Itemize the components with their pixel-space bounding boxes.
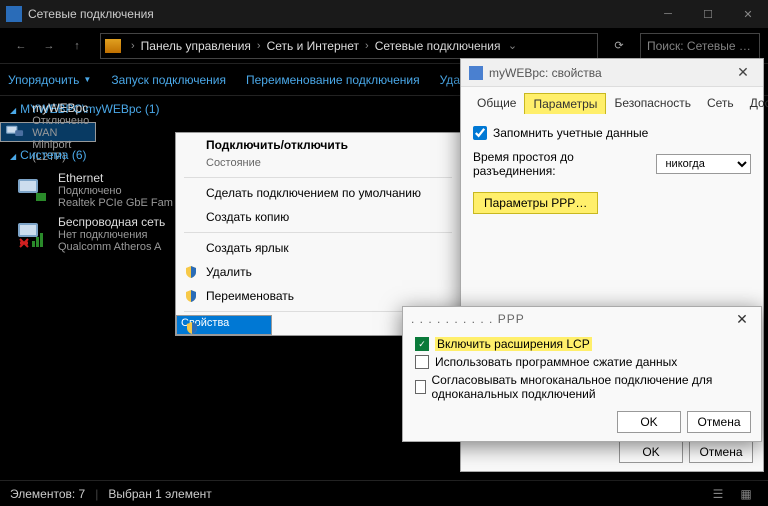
dialog-close-button[interactable]: ✕ [731,311,753,328]
chevron-right-icon: › [253,40,265,52]
software-compression-label: Использовать программное сжатие данных [435,355,677,369]
status-selection: Выбран 1 элемент [108,487,211,501]
crumb-control-panel[interactable]: Панель управления [139,39,253,53]
tab-network[interactable]: Сеть [699,93,742,114]
title-bar: Сетевые подключения ─ ☐ ✕ [0,0,768,28]
app-icon [6,6,22,22]
folder-icon [105,39,121,53]
dialog-title-bar[interactable]: . . . . . . . . . . PPP ✕ [403,307,761,331]
ctx-default[interactable]: Сделать подключением по умолчанию [176,181,460,205]
ppp-settings-button[interactable]: Параметры PPP… [473,192,598,214]
connection-state: Подключено [58,185,173,197]
chevron-down-icon: ▼ [83,75,91,84]
ppp-dialog: . . . . . . . . . . PPP ✕ ✓ Включить рас… [402,306,762,442]
vpn-icon [5,117,24,147]
connection-name: Ethernet [58,171,173,185]
enable-lcp-label: Включить расширения LCP [435,337,592,351]
status-bar: Элементов: 7 | Выбран 1 элемент ☰ ▦ [0,480,768,506]
ctx-connect[interactable]: Подключить/отключить [176,133,460,157]
software-compression-checkbox[interactable] [415,355,429,369]
dialog-icon [469,66,483,80]
crumb-network-connections[interactable]: Сетевые подключения [373,39,503,53]
connection-device: Realtek PCIe GbE Fam [58,197,173,209]
dialog-title: myWEBpc: свойства [489,66,731,80]
search-input[interactable]: Поиск: Сетевые … [640,33,760,59]
idle-timeout-select[interactable]: никогда [656,154,751,174]
connection-device: Qualcomm Atheros A [58,241,165,253]
ctx-shortcut[interactable]: Создать ярлык [176,236,460,260]
shield-icon [185,321,199,335]
status-element-count: Элементов: 7 [10,487,85,501]
view-icons-button[interactable]: ▦ [734,485,758,503]
wifi-disconnected-icon [16,219,50,249]
chevron-right-icon: › [361,40,373,52]
maximize-button[interactable]: ☐ [688,0,728,28]
view-details-button[interactable]: ☰ [706,485,730,503]
ok-button[interactable]: OK [617,411,681,433]
tab-security[interactable]: Безопасность [606,93,699,114]
organize-menu[interactable]: Упорядочить▼ [8,73,91,87]
shield-icon [184,265,198,279]
window-title: Сетевые подключения [28,7,648,21]
ctx-status: Состояние [176,157,460,174]
dialog-title: . . . . . . . . . . PPP [411,312,731,326]
chevron-right-icon: › [127,40,139,52]
ctx-delete[interactable]: Удалить [176,260,460,284]
tab-strip: Общие Параметры Безопасность Сеть Доступ [461,87,763,114]
ctx-copy[interactable]: Создать копию [176,205,460,229]
breadcrumb-bar[interactable]: › Панель управления › Сеть и Интернет › … [100,33,598,59]
cancel-button[interactable]: Отмена [689,441,753,463]
refresh-button[interactable]: ⟳ [606,33,632,59]
rename-connection-button[interactable]: Переименование подключения [246,73,420,87]
ok-button[interactable]: OK [619,441,683,463]
separator [184,177,452,178]
back-button[interactable]: ← [8,33,34,59]
start-connection-button[interactable]: Запуск подключения [111,73,226,87]
shield-icon [184,289,198,303]
ctx-rename[interactable]: Переименовать [176,284,460,308]
connection-state: Нет подключения [58,229,165,241]
cancel-button[interactable]: Отмена [687,411,751,433]
remember-credentials-label: Запомнить учетные данные [493,126,648,140]
tab-general[interactable]: Общие [469,93,524,114]
minimize-button[interactable]: ─ [648,0,688,28]
connection-state: Отключено [32,115,91,127]
close-button[interactable]: ✕ [728,0,768,28]
chevron-down-icon: ◢ [10,152,16,161]
chevron-down-icon: ◢ [10,106,16,115]
dialog-title-bar[interactable]: myWEBpc: свойства ✕ [461,59,763,87]
ctx-properties[interactable]: Свойства [176,315,272,335]
multilink-label: Согласовывать многоканальное подключение… [432,373,750,401]
multilink-checkbox[interactable] [415,380,426,394]
tab-options[interactable]: Параметры [524,93,606,114]
up-button[interactable]: ↑ [64,33,90,59]
dialog-close-button[interactable]: ✕ [731,64,755,81]
connection-name: Беспроводная сеть [58,215,165,229]
crumb-network-internet[interactable]: Сеть и Интернет [265,39,361,53]
connection-item-mywebpc[interactable]: myWEBpc Отключено WAN Miniport (L2TP) [0,122,96,142]
remember-credentials-checkbox[interactable] [473,126,487,140]
connection-name: myWEBpc [32,101,91,115]
ethernet-icon [16,175,50,205]
breadcrumb-dropdown[interactable]: ⌄ [502,39,522,52]
forward-button[interactable]: → [36,33,62,59]
separator [184,232,452,233]
enable-lcp-checkbox[interactable]: ✓ [415,337,429,351]
tab-access[interactable]: Доступ [742,93,768,114]
idle-timeout-label: Время простоя до разъединения: [473,150,656,178]
